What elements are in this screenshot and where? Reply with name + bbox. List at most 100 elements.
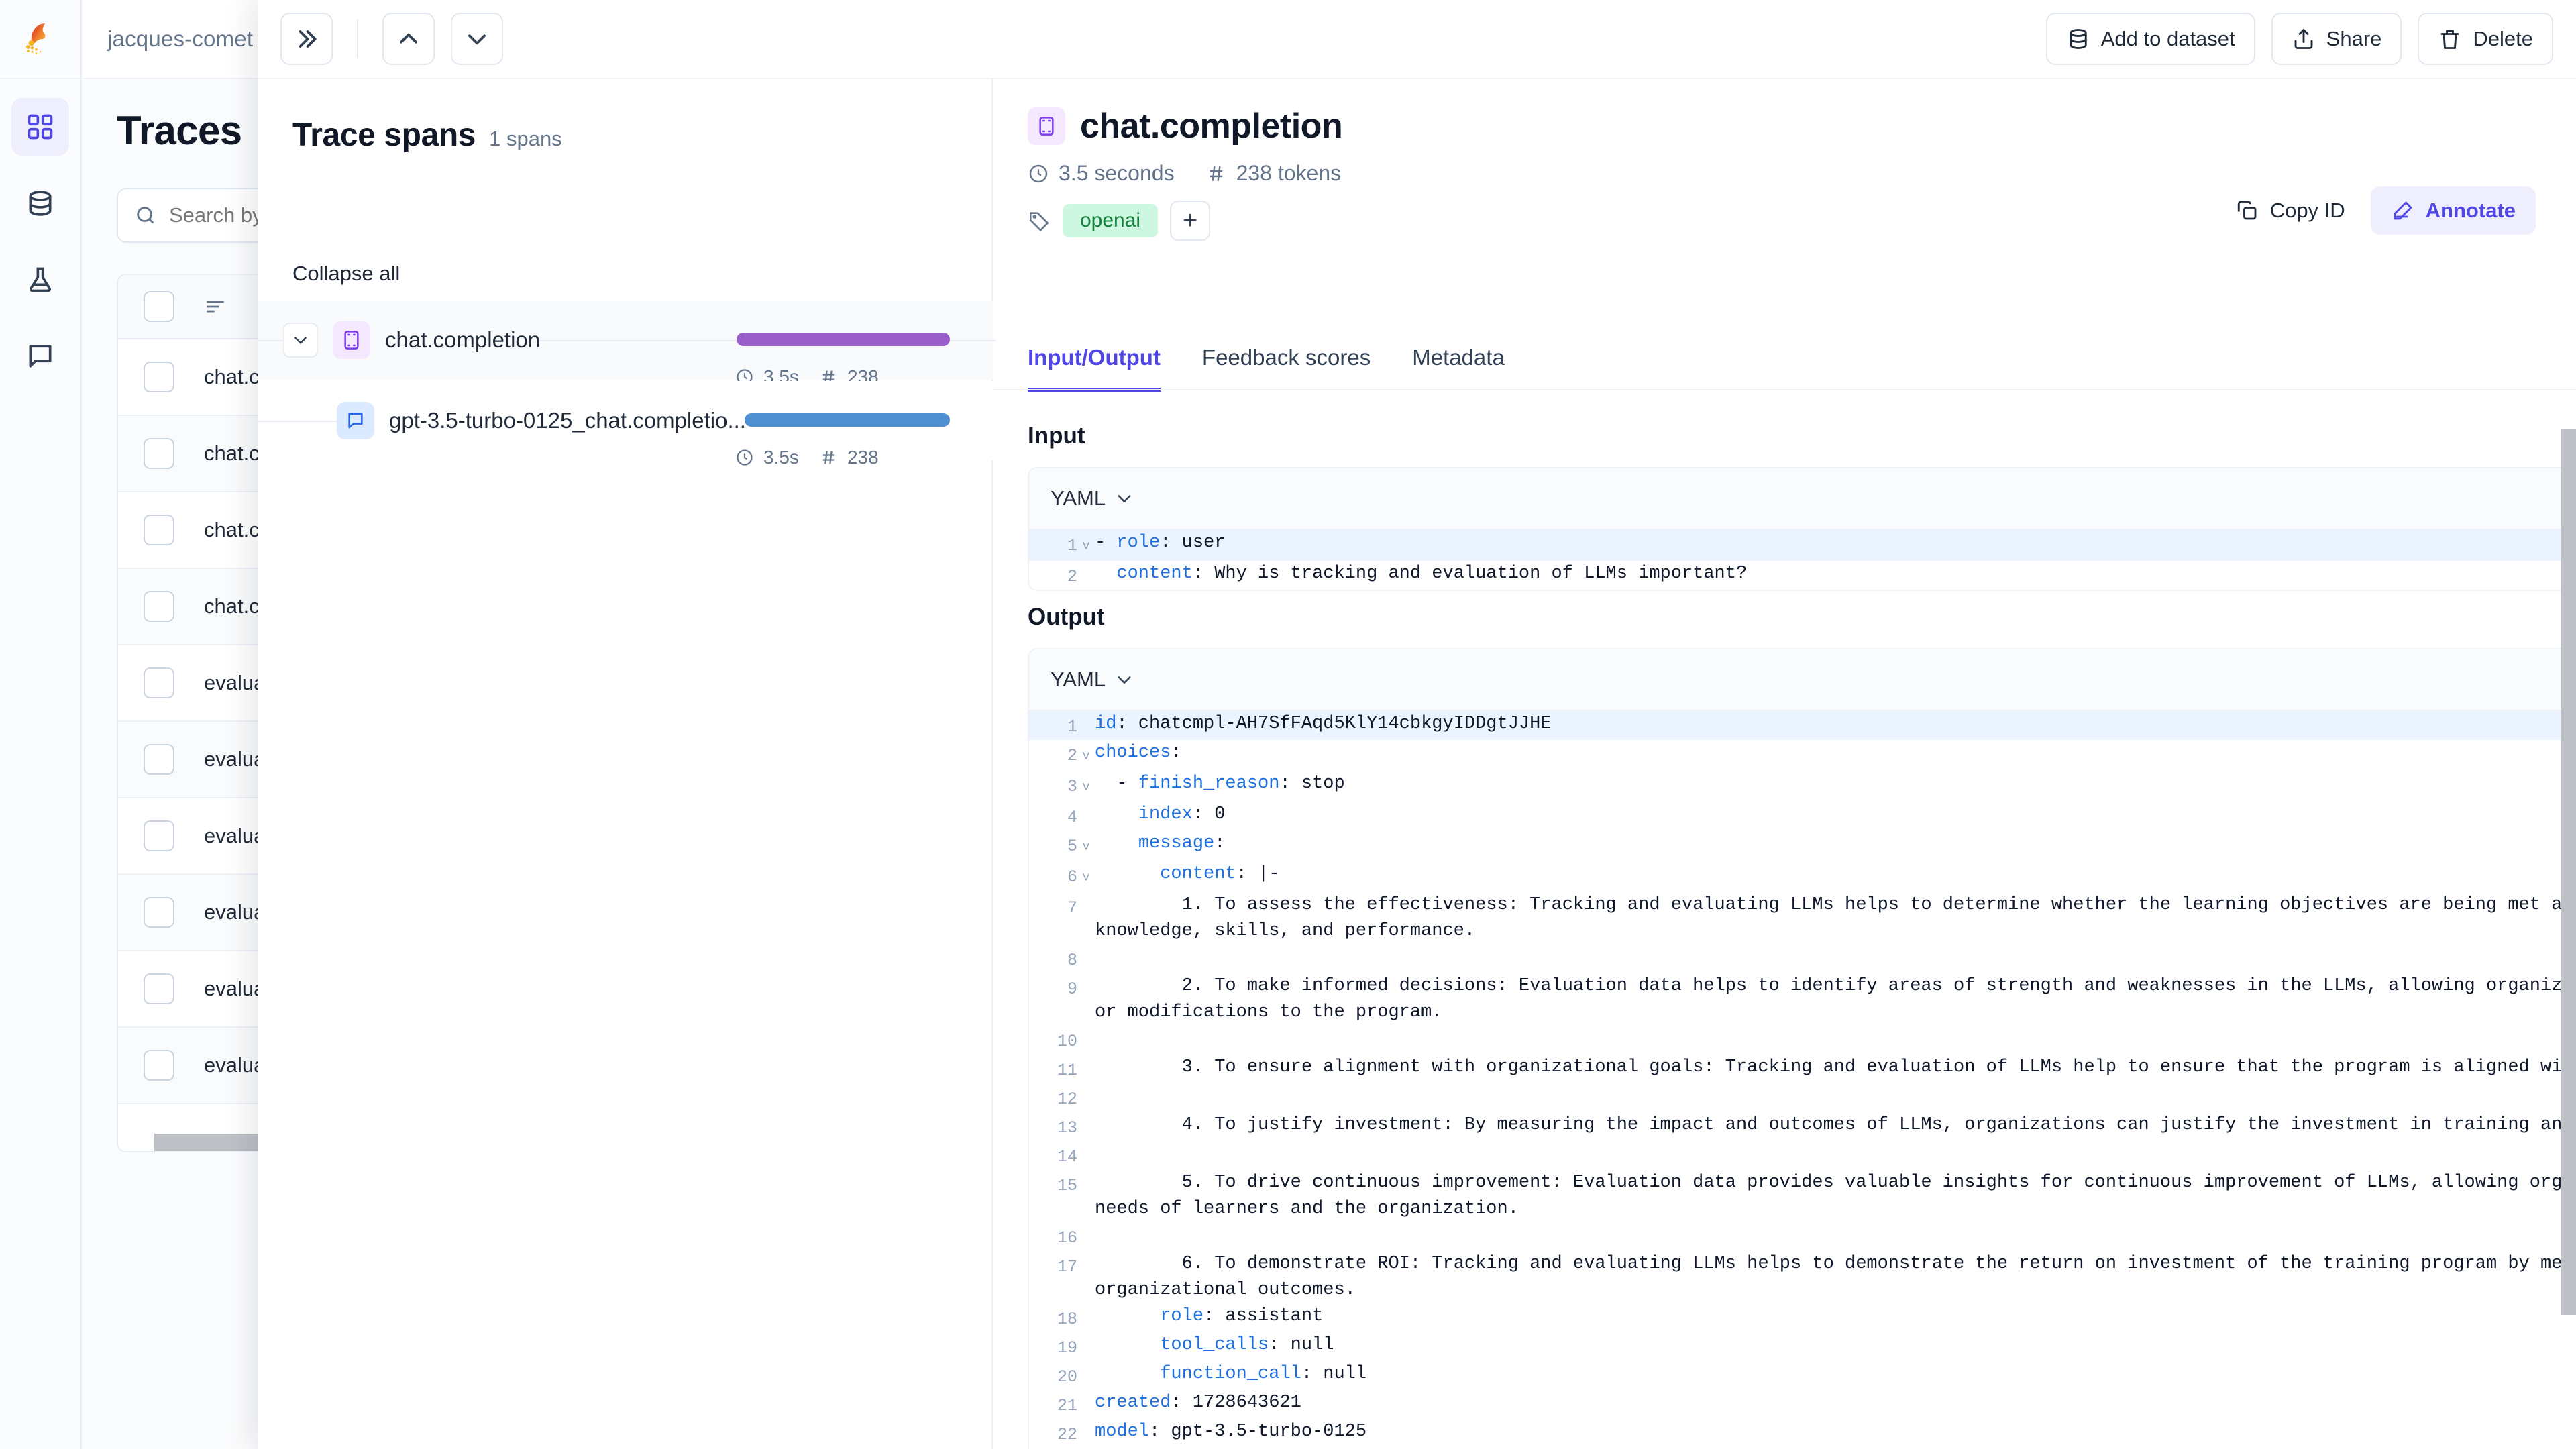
span-row[interactable]: gpt-3.5-turbo-0125_chat.completio... 3.5… bbox=[258, 381, 993, 468]
next-trace-button[interactable] bbox=[451, 13, 503, 65]
add-tag-button[interactable]: + bbox=[1170, 201, 1211, 241]
fold-toggle[interactable]: ˅ bbox=[1077, 830, 1095, 861]
previous-trace-button[interactable] bbox=[382, 13, 435, 65]
row-checkbox[interactable] bbox=[144, 973, 174, 1004]
detail-vertical-scrollbar[interactable] bbox=[2561, 429, 2576, 1315]
code-line: 5 ˅ message: bbox=[1029, 830, 2576, 861]
input-format-select[interactable]: YAML bbox=[1051, 486, 1134, 511]
output-code-toolbar: YAML bbox=[1029, 649, 2576, 711]
span-detail-scroll[interactable]: chat.completion 3.5 seconds 238 tokens o… bbox=[993, 79, 2576, 1449]
collapse-all-button[interactable]: Collapse all bbox=[292, 262, 400, 286]
expand-panel-button[interactable] bbox=[280, 13, 333, 65]
database-icon bbox=[2070, 29, 2087, 49]
sort-icon[interactable] bbox=[204, 297, 227, 317]
line-number: 21 bbox=[1057, 1396, 1077, 1415]
comet-logo[interactable] bbox=[0, 0, 81, 79]
panel-toolbar: Add to dataset Share Delete bbox=[258, 0, 2576, 79]
workspace-name[interactable]: jacques-comet bbox=[82, 26, 253, 52]
row-checkbox[interactable] bbox=[144, 820, 174, 851]
code-line: 21 created: 1728643621 bbox=[1029, 1390, 2576, 1419]
input-code-body[interactable]: 1 ˅ - role: user 2 content: Why is tracking… bbox=[1029, 530, 2576, 590]
line-number: 14 bbox=[1057, 1147, 1077, 1167]
tag-icon bbox=[1029, 212, 1049, 231]
detail-tabs: Input/Output Feedback scores Metadata bbox=[1028, 345, 1505, 392]
span-detail-pane: chat.completion 3.5 seconds 238 tokens o… bbox=[993, 79, 2576, 1449]
output-section-header[interactable]: Output bbox=[993, 604, 2576, 631]
row-checkbox[interactable] bbox=[144, 515, 174, 545]
line-number: 18 bbox=[1057, 1309, 1077, 1329]
sidebar-item-projects[interactable] bbox=[11, 98, 69, 156]
copy-id-button[interactable]: Copy ID bbox=[2219, 188, 2361, 233]
code-text: - finish_reason: stop bbox=[1095, 773, 1345, 794]
tab-metadata[interactable]: Metadata bbox=[1412, 345, 1505, 392]
span-expand-toggle[interactable] bbox=[283, 323, 318, 358]
output-code-body[interactable]: 1 id: chatcmpl-AH7SfFAqd5KlY14cbkgyIDDgtJ… bbox=[1029, 711, 2576, 1449]
row-checkbox[interactable] bbox=[144, 667, 174, 698]
span-detail-actions: Copy ID Annotate bbox=[2219, 186, 2536, 235]
row-checkbox[interactable] bbox=[144, 362, 174, 392]
code-line: 10 bbox=[1029, 1026, 2576, 1055]
line-number: 5 bbox=[1067, 837, 1077, 856]
fold-toggle[interactable]: ˅ bbox=[1077, 740, 1095, 771]
share-label: Share bbox=[2326, 27, 2382, 50]
output-format-select[interactable]: YAML bbox=[1051, 667, 1134, 692]
search-icon bbox=[137, 207, 154, 224]
add-to-dataset-label: Add to dataset bbox=[2100, 27, 2235, 50]
span-duration-bar bbox=[745, 413, 950, 427]
code-text: 1. To assess the effectiveness: Tracking… bbox=[1095, 895, 2576, 941]
row-checkbox[interactable] bbox=[144, 1050, 174, 1081]
code-line: 2 ˅ choices: bbox=[1029, 740, 2576, 771]
input-code-toolbar: YAML bbox=[1029, 468, 2576, 530]
add-to-dataset-button[interactable]: Add to dataset bbox=[2045, 13, 2255, 65]
span-name: chat.completion bbox=[385, 327, 541, 352]
panel-body: Trace spans 1 spans Collapse all chat.co… bbox=[258, 79, 2576, 1449]
tab-feedback-scores[interactable]: Feedback scores bbox=[1202, 345, 1371, 392]
sidebar-item-datasets[interactable] bbox=[11, 174, 69, 232]
tab-input-output[interactable]: Input/Output bbox=[1028, 345, 1161, 392]
fold-toggle[interactable]: ˅ bbox=[1077, 861, 1095, 892]
tabs-underline bbox=[993, 389, 2576, 390]
sidebar-item-prompts[interactable] bbox=[11, 327, 69, 385]
projects-grid-icon bbox=[28, 114, 53, 140]
code-line: 13 4. To justify investment: By measurin… bbox=[1029, 1112, 2576, 1141]
span-duration-stat: 3.5 seconds bbox=[1028, 161, 1175, 186]
row-checkbox[interactable] bbox=[144, 744, 174, 775]
database-icon bbox=[29, 191, 52, 216]
select-all-checkbox[interactable] bbox=[144, 291, 174, 322]
sidebar-item-experiments[interactable] bbox=[11, 251, 69, 309]
input-section-header[interactable]: Input bbox=[993, 423, 2576, 449]
annotate-button[interactable]: Annotate bbox=[2370, 186, 2536, 235]
fold-toggle bbox=[1077, 1083, 1095, 1088]
delete-button[interactable]: Delete bbox=[2418, 13, 2553, 65]
llm-span-icon bbox=[1028, 107, 1065, 145]
chevron-down-icon bbox=[1118, 495, 1131, 502]
row-checkbox[interactable] bbox=[144, 897, 174, 928]
line-number: 12 bbox=[1057, 1089, 1077, 1109]
clock-icon bbox=[737, 449, 753, 466]
span-row[interactable]: chat.completion 3.5s 238 bbox=[258, 301, 996, 387]
code-line: 19 tool_calls: null bbox=[1029, 1332, 2576, 1361]
line-number: 6 bbox=[1067, 867, 1077, 887]
tag-chip[interactable]: openai bbox=[1063, 204, 1159, 237]
line-number: 16 bbox=[1057, 1228, 1077, 1248]
code-line: 8 bbox=[1029, 945, 2576, 973]
pencil-icon bbox=[2394, 201, 2412, 220]
fold-toggle bbox=[1077, 973, 1095, 978]
icon-rail bbox=[0, 0, 82, 1449]
code-line: 4 index: 0 bbox=[1029, 802, 2576, 830]
fold-toggle[interactable]: ˅ bbox=[1077, 771, 1095, 802]
share-button[interactable]: Share bbox=[2271, 13, 2402, 65]
code-line: 3 ˅ - finish_reason: stop bbox=[1029, 771, 2576, 802]
line-number: 4 bbox=[1067, 808, 1077, 827]
spans-count: 1 spans bbox=[489, 127, 562, 150]
fold-toggle bbox=[1077, 802, 1095, 806]
row-checkbox[interactable] bbox=[144, 591, 174, 622]
fold-toggle bbox=[1077, 1303, 1095, 1308]
clock-icon bbox=[1029, 164, 1048, 182]
code-text: 6. To demonstrate ROI: Tracking and eval… bbox=[1095, 1254, 2576, 1300]
code-line: 22 model: gpt-3.5-turbo-0125 bbox=[1029, 1419, 2576, 1448]
fold-toggle[interactable]: ˅ bbox=[1077, 530, 1095, 561]
span-duration-value: 3.5 seconds bbox=[1059, 161, 1175, 185]
span-stats: 3.5 seconds 238 tokens bbox=[1028, 161, 2576, 186]
row-checkbox[interactable] bbox=[144, 438, 174, 469]
